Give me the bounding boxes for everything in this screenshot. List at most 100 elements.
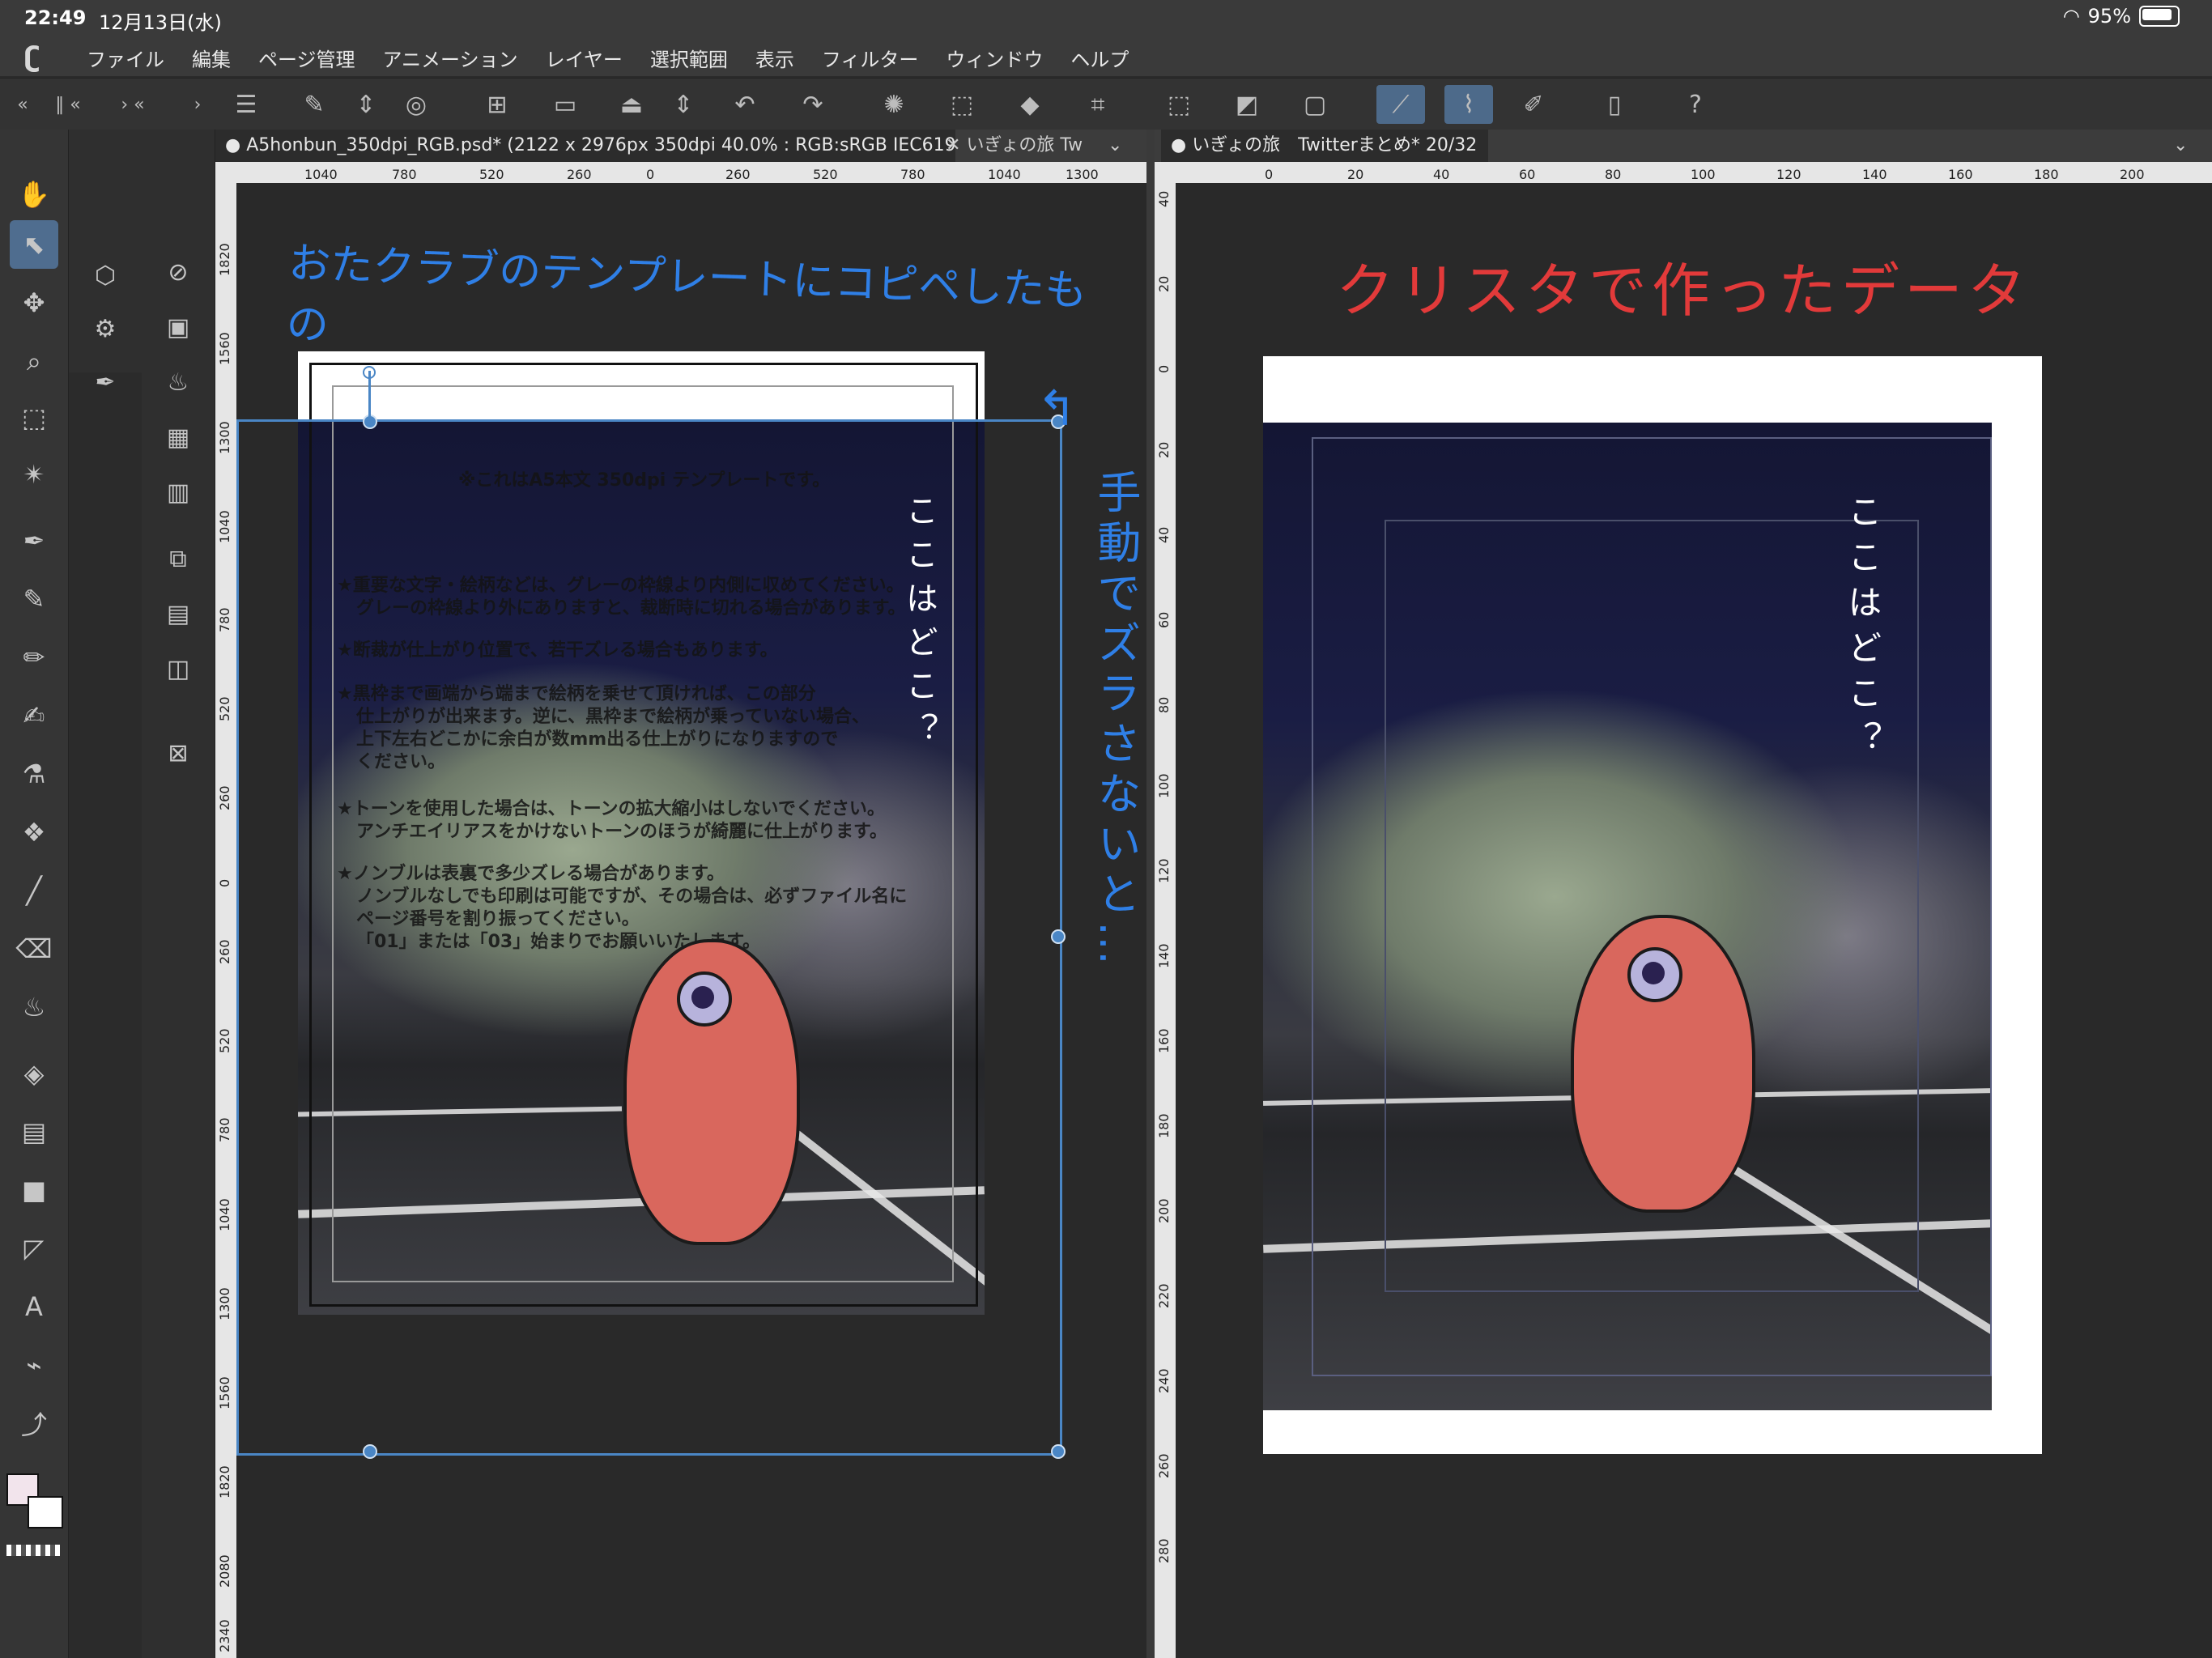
gradient-icon[interactable]: ▤ — [10, 1107, 58, 1156]
menu-help[interactable]: ヘルプ — [1057, 44, 1142, 72]
pencil-icon[interactable]: ✏ — [10, 633, 58, 682]
status-date: 12月13日(水) — [99, 11, 222, 34]
brush-icon[interactable]: ✍ — [10, 691, 58, 740]
battery-percent: 95% — [2087, 5, 2131, 28]
transform-handle-right[interactable] — [1051, 929, 1066, 944]
status-bar: 22:49 12月13日(水) ◠ 95% — [0, 0, 2212, 39]
eyedropper-icon[interactable]: ✒ — [10, 517, 58, 565]
export-icon[interactable]: ⏏ — [612, 85, 651, 124]
device-icon[interactable]: ▯ — [1595, 85, 1634, 124]
right-annotation-title: クリスタで作ったデータ — [1336, 257, 2031, 325]
clip-studio-logo-icon[interactable]: ʗ — [24, 41, 73, 74]
eraser-icon[interactable]: ⌫ — [10, 925, 58, 973]
spiral-icon[interactable]: ◎ — [397, 85, 436, 124]
redo-icon[interactable]: ↷ — [793, 85, 832, 124]
deselect-icon[interactable]: ⬚ — [1159, 85, 1198, 124]
menu-page[interactable]: ページ管理 — [245, 44, 369, 72]
left-tab-dropdown-icon[interactable]: ⌄ — [1098, 130, 1146, 162]
menu-window[interactable]: ウィンドウ — [932, 44, 1057, 72]
hamburger-menu-icon[interactable]: ☰ — [227, 85, 266, 124]
right-monster-illustration — [1571, 915, 1757, 1214]
loading-icon[interactable]: ✺ — [874, 85, 913, 124]
menu-selection[interactable]: 選択範囲 — [636, 44, 742, 72]
move-icon[interactable]: ✥ — [10, 278, 58, 327]
sort2-icon[interactable]: ⇕ — [664, 85, 703, 124]
sort-icon[interactable]: ⇕ — [347, 85, 385, 124]
decoration-icon[interactable]: ❖ — [10, 808, 58, 857]
left-vertical-ruler: 1820 1560 1300 1040 780 520 260 0 260 52… — [215, 183, 236, 1658]
tool-palette: ✋ ⬉ ✥ ⌕ ⬚ ✴ ✒ ✎ ✏ ✍ ⚗ ❖ ╱ ⌫ ♨ ◈ ▤ ■ ◸ A … — [0, 130, 69, 1658]
layers-icon[interactable]: ◫ — [154, 644, 202, 693]
balloon-icon[interactable]: ⌁ — [10, 1341, 58, 1389]
sub-color-swatch[interactable] — [28, 1496, 63, 1528]
fill-bucket-icon[interactable]: ◈ — [10, 1049, 58, 1098]
auto-select-icon[interactable]: ✴ — [10, 450, 58, 499]
right-horizontal-ruler: 0 20 40 60 80 100 120 140 160 180 200 — [1155, 162, 2212, 183]
right-tab-dropdown-icon[interactable]: ⌄ — [2163, 130, 2212, 162]
transform-handle-bottom-right[interactable] — [1051, 1444, 1066, 1459]
layer-transform-box[interactable] — [236, 419, 1062, 1456]
object-3d-icon[interactable]: ⬡ — [81, 251, 130, 300]
zoom-icon[interactable]: ⌕ — [10, 337, 58, 385]
menu-bar: ʗ ファイル 編集 ページ管理 アニメーション レイヤー 選択範囲 表示 フィル… — [0, 39, 2212, 76]
pen-icon[interactable]: ✐ — [1514, 85, 1553, 124]
expand-icon[interactable]: › « — [113, 85, 152, 124]
blend-icon[interactable]: ♨ — [10, 983, 58, 1031]
layer-property-icon[interactable]: ▣ — [154, 303, 202, 351]
transform-icon[interactable]: ⌗ — [1078, 85, 1117, 124]
collapse-left-icon[interactable]: « — [3, 85, 42, 124]
transform-handle-bottom-left[interactable] — [363, 1444, 377, 1459]
close-palette-icon[interactable]: ⊠ — [154, 729, 202, 777]
left-horizontal-ruler: 1040 780 520 260 0 260 520 780 1040 1300 — [215, 162, 1146, 183]
right-tab-bar: ● いぎょの旅 Twitterまとめ* 20/32 ⌄ — [1155, 130, 2212, 162]
layer-search-icon[interactable]: ⧉ — [154, 534, 202, 583]
arrow-annotation-icon: ↰ — [1036, 380, 1078, 437]
object-gear-icon[interactable]: ⚙ — [81, 304, 130, 353]
command-bar: « ‖ « › « › ☰ ✎ ⇕ ◎ ⊞ ▭ ⏏ ⇕ ↶ ↷ ✺ ⬚ ◆ ⌗ … — [0, 78, 2212, 131]
menu-filter[interactable]: フィルター — [808, 44, 933, 72]
selection-icon[interactable]: ⬚ — [10, 393, 58, 442]
tab-twitter-matome[interactable]: ● いぎょの旅 Twitterまとめ* 20/32 — [1161, 130, 1488, 162]
fill-icon[interactable]: ◆ — [1010, 85, 1049, 124]
correct-line-icon[interactable]: ⤴ — [10, 1399, 58, 1448]
shape-icon[interactable]: ■ — [10, 1166, 58, 1214]
new-page-icon[interactable]: ⊞ — [478, 85, 517, 124]
split-view-divider[interactable] — [1146, 130, 1155, 1658]
color-mix-icon[interactable]: ♨ — [154, 358, 202, 406]
rotation-handle[interactable] — [363, 366, 376, 379]
navigator-icon[interactable]: ⊘ — [154, 248, 202, 296]
help-icon[interactable]: ? — [1676, 85, 1715, 124]
expand-right-icon[interactable]: › — [178, 85, 217, 124]
tab-a5honbun[interactable]: ● A5honbun_350dpi_RGB.psd* (2122 x 2976p… — [215, 130, 955, 162]
edit-icon[interactable]: ✎ — [295, 85, 334, 124]
menu-animation[interactable]: アニメーション — [369, 44, 532, 72]
palette-column: ⊘ ▣ ♨ ▦ ▥ ⧉ ▤ ◫ ⊠ — [142, 130, 215, 1658]
side-annotation-note: 手動でズラさないと… — [1090, 470, 1141, 971]
tab-tw-label: Tw — [1060, 135, 1083, 155]
invert-selection-icon[interactable]: ◩ — [1227, 85, 1266, 124]
menu-view[interactable]: 表示 — [742, 44, 808, 72]
open-folder-icon[interactable]: ▭ — [546, 85, 585, 124]
pen-tool-icon[interactable]: ✎ — [10, 575, 58, 623]
menu-layer[interactable]: レイヤー — [532, 44, 636, 72]
collapse-icon[interactable]: ‖ « — [49, 85, 87, 124]
pen-setting-icon[interactable]: ✒ — [81, 358, 130, 406]
filmstrip-icon[interactable]: ▥ — [154, 468, 202, 517]
material-icon[interactable]: ▦ — [154, 413, 202, 461]
menu-file[interactable]: ファイル — [73, 44, 178, 72]
menu-edit[interactable]: 編集 — [178, 44, 245, 72]
airbrush-icon[interactable]: ⚗ — [10, 750, 58, 798]
frame-icon[interactable]: ◸ — [10, 1224, 58, 1273]
operation-tool-icon[interactable]: ⬉ — [10, 220, 58, 269]
tab-igyo-label: いぎょの旅 — [966, 135, 1055, 155]
selection-border-icon[interactable]: ▢ — [1295, 85, 1334, 124]
transparent-color-icon[interactable] — [6, 1545, 60, 1556]
hand-icon[interactable]: ✋ — [10, 170, 58, 219]
ruler-snap-icon[interactable]: ⟋ — [1376, 85, 1425, 124]
text-tool-icon[interactable]: A — [10, 1282, 58, 1331]
brush-snap-icon[interactable]: ⌇ — [1444, 85, 1493, 124]
line-icon[interactable]: ╱ — [10, 866, 58, 915]
history-icon[interactable]: ▤ — [154, 589, 202, 638]
undo-icon[interactable]: ↶ — [725, 85, 764, 124]
clear-selection-icon[interactable]: ⬚ — [942, 85, 981, 124]
